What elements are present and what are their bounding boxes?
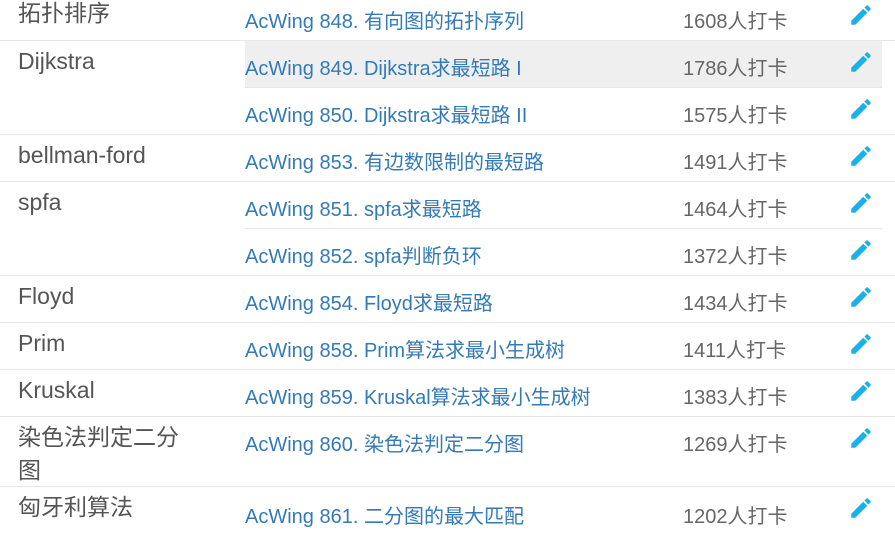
problem-row: AcWing 852. spfa判断负环 1372人打卡 <box>245 228 882 275</box>
checkin-count: 1269人打卡 <box>683 434 788 456</box>
problem-link[interactable]: AcWing 854. Floyd求最短路 <box>245 287 493 316</box>
problem-rows: AcWing 860. 染色法判定二分图 1269人打卡 <box>245 417 882 463</box>
category-label: 匈牙利算法 <box>18 494 133 520</box>
problem-list: 拓扑排序 AcWing 848. 有向图的拓扑序列 1608人打卡 Dijkst… <box>0 0 895 533</box>
problem-row: AcWing 859. Kruskal算法求最小生成树 1383人打卡 <box>245 370 882 416</box>
pencil-icon[interactable] <box>848 237 874 263</box>
pencil-icon[interactable] <box>848 284 874 310</box>
problem-rows: AcWing 854. Floyd求最短路 1434人打卡 <box>245 276 882 322</box>
problem-row: AcWing 861. 二分图的最大匹配 1202人打卡 <box>245 487 882 533</box>
problem-link[interactable]: AcWing 853. 有边数限制的最短路 <box>245 146 544 175</box>
checkin-count: 1608人打卡 <box>683 11 788 33</box>
checkin-count: 1372人打卡 <box>683 246 788 268</box>
problem-row: AcWing 851. spfa求最短路 1464人打卡 <box>245 182 882 228</box>
problem-link[interactable]: AcWing 850. Dijkstra求最短路 II <box>245 99 527 128</box>
problem-row: AcWing 850. Dijkstra求最短路 II 1575人打卡 <box>245 87 882 134</box>
category-group: Kruskal AcWing 859. Kruskal算法求最小生成树 1383… <box>0 369 895 416</box>
pencil-icon[interactable] <box>848 190 874 216</box>
checkin-count: 1786人打卡 <box>683 58 788 80</box>
problem-row: AcWing 858. Prim算法求最小生成树 1411人打卡 <box>245 323 882 369</box>
category-group: 染色法判定二分图 AcWing 860. 染色法判定二分图 1269人打卡 <box>0 416 895 486</box>
problem-rows: AcWing 858. Prim算法求最小生成树 1411人打卡 <box>245 323 882 369</box>
category-group: Prim AcWing 858. Prim算法求最小生成树 1411人打卡 <box>0 322 895 369</box>
problem-row: AcWing 854. Floyd求最短路 1434人打卡 <box>245 276 882 322</box>
pencil-icon[interactable] <box>848 378 874 404</box>
problem-row: AcWing 860. 染色法判定二分图 1269人打卡 <box>245 417 882 463</box>
pencil-icon[interactable] <box>848 49 874 75</box>
problem-link[interactable]: AcWing 848. 有向图的拓扑序列 <box>245 5 524 34</box>
checkin-count: 1464人打卡 <box>683 199 788 221</box>
checkin-count: 1575人打卡 <box>683 105 788 127</box>
problem-rows: AcWing 861. 二分图的最大匹配 1202人打卡 <box>245 487 882 533</box>
problem-rows: AcWing 851. spfa求最短路 1464人打卡 AcWing 852.… <box>245 182 882 275</box>
category-label: Floyd <box>18 283 75 309</box>
checkin-count: 1202人打卡 <box>683 506 788 528</box>
category-group: 拓扑排序 AcWing 848. 有向图的拓扑序列 1608人打卡 <box>0 0 895 40</box>
problem-link[interactable]: AcWing 851. spfa求最短路 <box>245 193 482 222</box>
pencil-icon[interactable] <box>848 495 874 521</box>
checkin-count: 1411人打卡 <box>683 340 787 362</box>
problem-rows: AcWing 853. 有边数限制的最短路 1491人打卡 <box>245 135 882 181</box>
category-label: Prim <box>18 330 66 356</box>
pencil-icon[interactable] <box>848 425 874 451</box>
checkin-count: 1491人打卡 <box>683 152 788 174</box>
category-label: 拓扑排序 <box>18 0 110 26</box>
problem-row: AcWing 849. Dijkstra求最短路 I 1786人打卡 <box>245 41 882 87</box>
pencil-icon[interactable] <box>848 96 874 122</box>
problem-link[interactable]: AcWing 859. Kruskal算法求最小生成树 <box>245 381 591 410</box>
pencil-icon[interactable] <box>848 2 874 28</box>
problem-link[interactable]: AcWing 861. 二分图的最大匹配 <box>245 500 524 529</box>
problem-link[interactable]: AcWing 849. Dijkstra求最短路 I <box>245 52 522 81</box>
category-group: 匈牙利算法 AcWing 861. 二分图的最大匹配 1202人打卡 <box>0 486 895 533</box>
pencil-icon[interactable] <box>848 331 874 357</box>
problem-link[interactable]: AcWing 860. 染色法判定二分图 <box>245 428 524 457</box>
category-label: spfa <box>18 189 62 215</box>
problem-row: AcWing 853. 有边数限制的最短路 1491人打卡 <box>245 135 882 181</box>
checkin-count: 1383人打卡 <box>683 387 788 409</box>
checkin-count: 1434人打卡 <box>683 293 788 315</box>
problem-row: AcWing 848. 有向图的拓扑序列 1608人打卡 <box>245 0 882 40</box>
category-group: Dijkstra AcWing 849. Dijkstra求最短路 I 1786… <box>0 40 895 134</box>
category-group: Floyd AcWing 854. Floyd求最短路 1434人打卡 <box>0 275 895 322</box>
category-label: 染色法判定二分图 <box>18 424 179 483</box>
problem-link[interactable]: AcWing 858. Prim算法求最小生成树 <box>245 334 565 363</box>
category-label: Dijkstra <box>18 48 95 74</box>
problem-rows: AcWing 849. Dijkstra求最短路 I 1786人打卡 AcWin… <box>245 41 882 134</box>
pencil-icon[interactable] <box>848 143 874 169</box>
category-group: spfa AcWing 851. spfa求最短路 1464人打卡 AcWing… <box>0 181 895 275</box>
problem-link[interactable]: AcWing 852. spfa判断负环 <box>245 240 482 269</box>
problem-rows: AcWing 848. 有向图的拓扑序列 1608人打卡 <box>245 0 882 40</box>
category-group: bellman-ford AcWing 853. 有边数限制的最短路 1491人… <box>0 134 895 181</box>
problem-rows: AcWing 859. Kruskal算法求最小生成树 1383人打卡 <box>245 370 882 416</box>
category-label: Kruskal <box>18 377 95 403</box>
category-label: bellman-ford <box>18 142 146 168</box>
